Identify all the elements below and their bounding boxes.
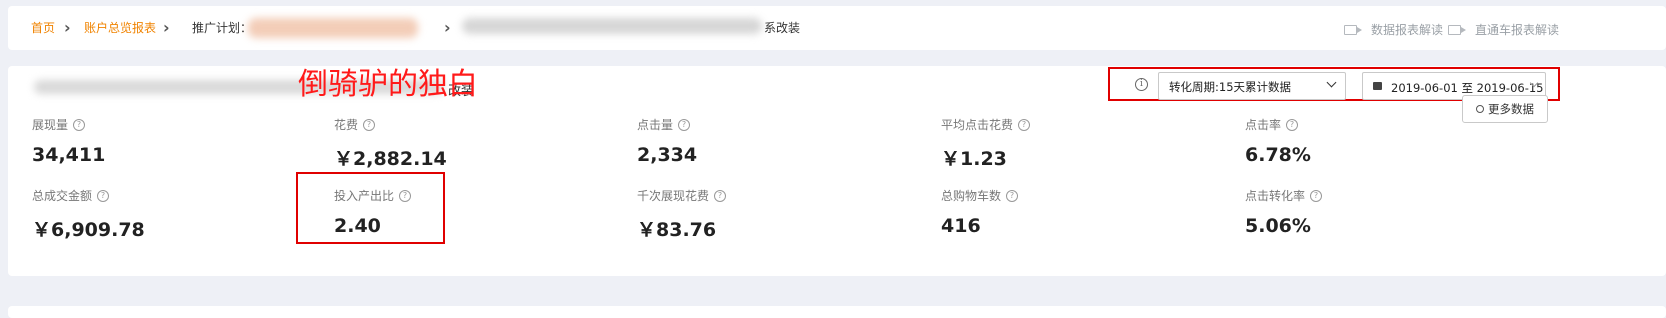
chevron-right-icon: › [163, 18, 170, 37]
metric-label: 总成交金额 [32, 189, 93, 203]
help-icon[interactable]: ? [1006, 189, 1019, 202]
date-start: 2019-06-01 [1391, 81, 1458, 95]
metric-value: ￥1.23 [941, 148, 1007, 170]
metric-label: 平均点击花费 [941, 118, 1014, 132]
help-icon[interactable]: ? [678, 118, 691, 131]
metric-value: 2,334 [637, 144, 698, 166]
help-icon[interactable]: ? [1310, 189, 1323, 202]
breadcrumb-plan-label: 推广计划： [192, 21, 253, 35]
metric-clicks: 点击量? 2,334 [637, 116, 897, 166]
annotation-watermark: 倒骑驴的独白 [298, 67, 478, 102]
metric-value: 416 [941, 215, 981, 237]
video-icon [1448, 24, 1466, 35]
metric-label: 点击率 [1245, 118, 1282, 132]
help-icon[interactable]: ? [73, 118, 86, 131]
metric-cost: 花费? ￥2,882.14 [334, 116, 594, 171]
metric-label: 花费 [334, 118, 359, 132]
metric-value: ￥2,882.14 [334, 148, 447, 170]
metric-cart-count: 总购物车数? 416 [941, 187, 1201, 237]
blurred-plan-name [248, 18, 418, 38]
metric-cpm: 千次展现花费? ￥83.76 [637, 187, 897, 242]
help-icon[interactable]: ? [1286, 118, 1299, 131]
metric-value: 2.40 [334, 215, 381, 237]
gear-icon [1476, 105, 1484, 113]
date-to: 至 [1461, 81, 1474, 95]
through-train-guide-label: 直通车报表解读 [1475, 23, 1560, 37]
date-range-text: 2019-06-01 至 2019-06-15 [1391, 80, 1544, 96]
metric-value: 34,411 [32, 144, 106, 166]
metric-label: 点击转化率 [1245, 189, 1306, 203]
metric-label: 展现量 [32, 118, 69, 132]
metric-value: ￥6,909.78 [32, 219, 145, 241]
chevron-right-icon: › [64, 18, 71, 37]
conversion-cycle-select[interactable]: 转化周期:15天累计数据 [1158, 72, 1346, 100]
video-icon [1344, 24, 1362, 35]
chevron-right-icon: › [444, 18, 451, 37]
help-icon[interactable]: ? [399, 189, 412, 202]
report-guide-label: 数据报表解读 [1371, 23, 1444, 37]
blurred-item-name [462, 18, 762, 34]
conversion-cycle-value: 转化周期:15天累计数据 [1169, 80, 1292, 94]
help-icon[interactable]: ? [1018, 118, 1031, 131]
breadcrumb-item-suffix: 系改装 [764, 21, 801, 35]
metric-label: 千次展现花费 [637, 189, 710, 203]
metric-ctr: 点击率? 6.78% [1245, 116, 1505, 166]
metric-label: 总购物车数 [941, 189, 1002, 203]
report-guide-link[interactable]: 数据报表解读 [1344, 21, 1443, 38]
metric-roi: 投入产出比? 2.40 [334, 187, 594, 237]
more-data-label: 更多数据 [1488, 102, 1534, 116]
breadcrumb-home-link[interactable]: 首页 [31, 20, 55, 36]
metric-impressions: 展现量? 34,411 [32, 116, 292, 166]
breadcrumb-overview-link[interactable]: 账户总览报表 [84, 20, 156, 36]
metric-value: ￥83.76 [637, 219, 717, 241]
help-icon[interactable]: ? [97, 189, 110, 202]
through-train-guide-link[interactable]: 直通车报表解读 [1448, 21, 1559, 38]
metric-value: 5.06% [1245, 215, 1311, 237]
calendar-icon [1373, 82, 1382, 90]
next-panel [8, 306, 1666, 318]
chevron-down-icon [1326, 77, 1337, 88]
metric-label: 投入产出比 [334, 189, 395, 203]
metric-value: 6.78% [1245, 144, 1311, 166]
metric-label: 点击量 [637, 118, 674, 132]
help-icon[interactable]: ? [714, 189, 727, 202]
info-icon: i [1135, 78, 1148, 91]
metric-total-sales: 总成交金额? ￥6,909.78 [32, 187, 292, 242]
help-icon[interactable]: ? [363, 118, 376, 131]
metric-click-conversion: 点击转化率? 5.06% [1245, 187, 1505, 237]
metric-avg-cpc: 平均点击花费? ￥1.23 [941, 116, 1201, 171]
